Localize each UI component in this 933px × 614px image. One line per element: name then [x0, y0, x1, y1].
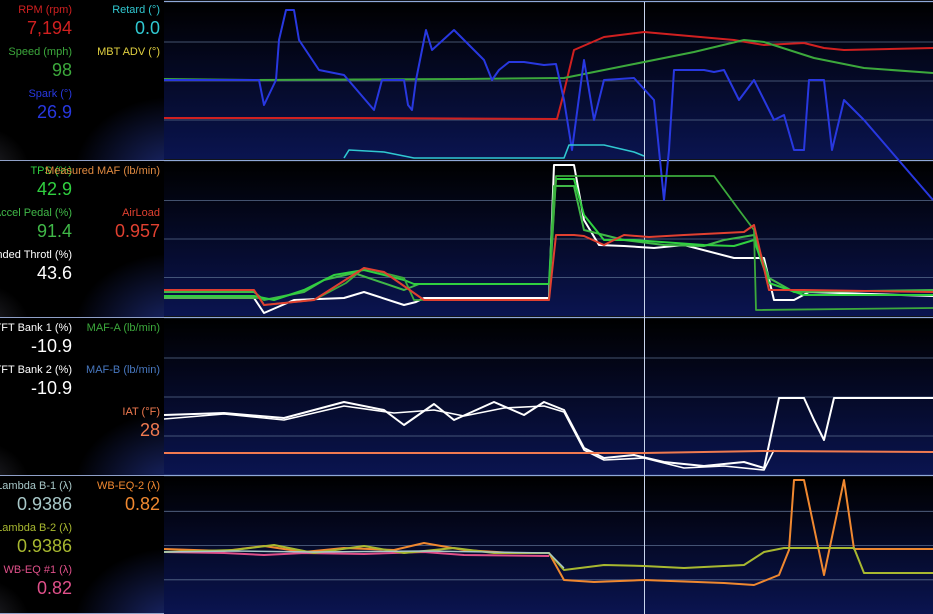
- channel-label: WB-EQ #1 (λ): [3, 564, 72, 576]
- channel-ltft-bank-1[interactable]: LTFT Bank 1 (%) -10.9: [0, 322, 72, 358]
- channel-value: 91.4: [36, 221, 72, 241]
- channel-value: 26.9: [36, 102, 72, 122]
- channel-airload[interactable]: AirLoad 0.957: [84, 207, 160, 243]
- channel-label: WB-EQ-2 (λ): [97, 480, 160, 492]
- channel-label: Spark (°): [28, 88, 72, 100]
- log-graph[interactable]: [164, 0, 933, 614]
- channel-panel-2: TPS (%) 42.9 Measured MAF (lb/min) Accel Pe…: [0, 161, 164, 318]
- channel-label: WB-Lambda B-1 (λ): [0, 480, 72, 492]
- channel-label: LTFT Bank 1 (%): [0, 322, 72, 334]
- channel-maf-b-lb-min[interactable]: MAF-B (lb/min): [84, 364, 160, 400]
- channel-accel-pedal[interactable]: Accel Pedal (%) 91.4: [0, 207, 72, 243]
- channel-label: AirLoad: [122, 207, 160, 219]
- channel-panel-3: LTFT Bank 1 (%) -10.9 MAF-A (lb/min) LTFT B…: [0, 318, 164, 476]
- channel-value: 0.9386: [16, 494, 72, 514]
- channel-ltft-bank-2[interactable]: LTFT Bank 2 (%) -10.9: [0, 364, 72, 400]
- channel-spark[interactable]: Spark (°) 26.9: [0, 88, 72, 124]
- channel-value: -10.9: [30, 336, 72, 356]
- channel-mbt-adv[interactable]: MBT ADV (°): [84, 46, 160, 82]
- channel-label: Measured MAF (lb/min): [45, 165, 160, 177]
- channel-panel-4: WB-Lambda B-1 (λ)0.9386WB-EQ-2 (λ)0.82WB…: [0, 476, 164, 614]
- channel-label: Speed (mph): [8, 46, 72, 58]
- channel-value: 98: [51, 60, 72, 80]
- channel-label: LTFT Bank 2 (%): [0, 364, 72, 376]
- channel-value: 0.82: [36, 578, 72, 598]
- channel-label: MAF-A (lb/min): [86, 322, 160, 334]
- channel-value: 0.957: [114, 221, 160, 241]
- channel-label: MAF-B (lb/min): [86, 364, 160, 376]
- channel-retard[interactable]: Retard (°) 0.0: [84, 4, 160, 40]
- channel-value: 7,194: [26, 18, 72, 38]
- channel-wb-lambda-b-1[interactable]: WB-Lambda B-1 (λ) 0.9386: [0, 480, 72, 516]
- channel-sidebar: RPM (rpm) 7,194 Retard (°) 0.0 Speed (mph) 98…: [0, 0, 164, 614]
- channel-wb-lambda-b-2[interactable]: WB-Lambda B-2 (λ) 0.9386: [0, 522, 72, 558]
- channel-value: 0.82: [124, 494, 160, 514]
- channel-value: 42.9: [36, 179, 72, 199]
- channel-label: Retard (°): [112, 4, 160, 16]
- channel-speed-mph[interactable]: Speed (mph) 98: [0, 46, 72, 82]
- channel-commanded-throtl[interactable]: Commanded Throtl (%) 43.6: [0, 249, 72, 285]
- channel-label: WB-Lambda B-2 (λ): [0, 522, 72, 534]
- channel-rpm-rpm[interactable]: RPM (rpm) 7,194: [0, 4, 72, 40]
- graph-area[interactable]: [164, 0, 933, 614]
- channel-value: 0.9386: [16, 536, 72, 556]
- channel-value: 28: [139, 420, 160, 440]
- channel-value: 0.0: [134, 18, 160, 38]
- channel-wb-eq-2[interactable]: WB-EQ-2 (λ) 0.82: [84, 480, 160, 516]
- channel-wb-eq-1[interactable]: WB-EQ #1 (λ) 0.82: [0, 564, 72, 600]
- channel-label: MBT ADV (°): [97, 46, 160, 58]
- channel-value: 43.6: [36, 263, 72, 283]
- channel-label: Accel Pedal (%): [0, 207, 72, 219]
- channel-panel-1: RPM (rpm) 7,194 Retard (°) 0.0 Speed (mph) 98…: [0, 0, 164, 161]
- channel-label: Commanded Throtl (%): [0, 249, 72, 261]
- channel-measured-maf-lb-min[interactable]: Measured MAF (lb/min): [45, 165, 160, 201]
- channel-maf-a-lb-min[interactable]: MAF-A (lb/min): [84, 322, 160, 358]
- channel-label: RPM (rpm): [18, 4, 72, 16]
- channel-label: IAT (°F): [122, 406, 160, 418]
- channel-value: -10.9: [30, 378, 72, 398]
- channel-iat-f[interactable]: IAT (°F) 28: [84, 406, 160, 442]
